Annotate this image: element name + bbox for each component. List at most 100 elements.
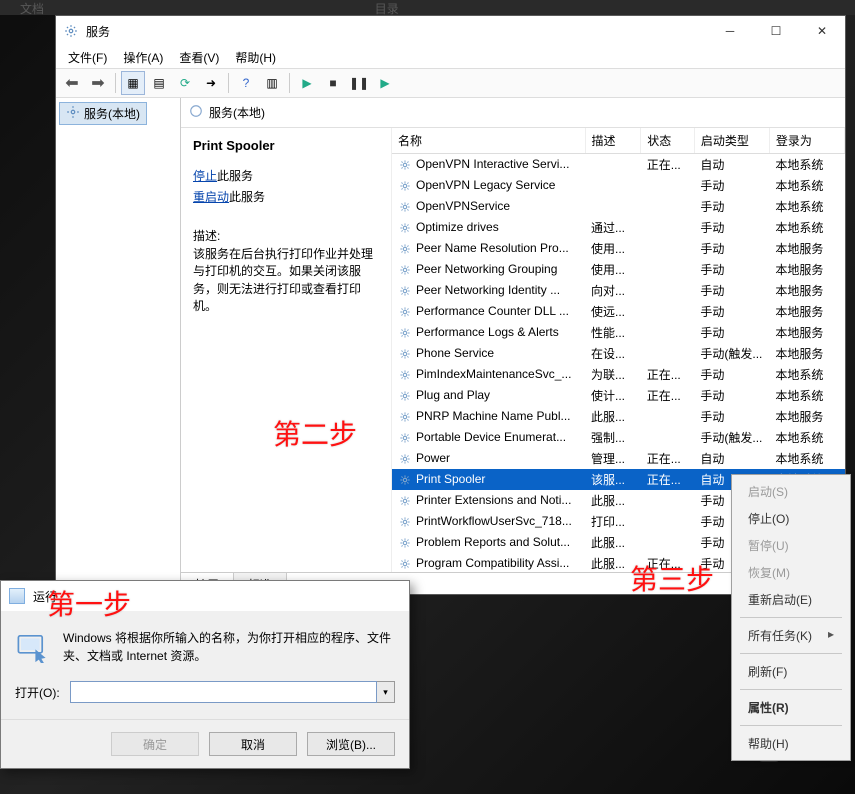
gear-icon xyxy=(398,221,412,235)
table-row[interactable]: OpenVPNService手动本地系统 xyxy=(392,196,845,217)
bg-tab-right: 目录 xyxy=(355,0,419,15)
table-row[interactable]: Performance Counter DLL ...使远...手动本地服务 xyxy=(392,301,845,322)
close-button[interactable]: ✕ xyxy=(799,16,845,46)
table-row[interactable]: Phone Service在设...手动(触发...本地服务 xyxy=(392,343,845,364)
run-description: Windows 将根据你所输入的名称，为你打开相应的程序、文件夹、文档或 Int… xyxy=(63,629,395,665)
menu-help[interactable]: 帮助(H) xyxy=(229,47,282,68)
background-app-bar: 文档 目录 xyxy=(0,0,855,15)
gear-icon xyxy=(398,557,412,571)
maximize-button[interactable]: ☐ xyxy=(753,16,799,46)
back-button[interactable]: ⬅ xyxy=(60,71,84,95)
help-button[interactable]: ? xyxy=(234,71,258,95)
gear-icon xyxy=(398,284,412,298)
export-button[interactable]: ➜ xyxy=(199,71,223,95)
tree-node-label: 服务(本地) xyxy=(84,105,140,122)
window-title: 服务 xyxy=(86,23,707,40)
description-text: 该服务在后台执行打印作业并处理与打印机的交互。如果关闭该服务，则无法进行打印或查… xyxy=(193,246,379,316)
gear-icon xyxy=(398,158,412,172)
stop-link[interactable]: 停止 xyxy=(193,169,217,183)
ctx-all-tasks[interactable]: 所有任务(K) xyxy=(734,622,848,649)
cancel-button[interactable]: 取消 xyxy=(209,732,297,756)
ctx-help[interactable]: 帮助(H) xyxy=(734,730,848,757)
table-row[interactable]: Optimize drives通过...手动本地系统 xyxy=(392,217,845,238)
selected-service-name: Print Spooler xyxy=(193,138,379,153)
gear-icon xyxy=(398,515,412,529)
ctx-start: 启动(S) xyxy=(734,478,848,505)
ctx-properties[interactable]: 属性(R) xyxy=(734,694,848,721)
tree-pane: 服务(本地) xyxy=(56,98,181,594)
menubar: 文件(F) 操作(A) 查看(V) 帮助(H) xyxy=(56,46,845,68)
menu-action[interactable]: 操作(A) xyxy=(117,47,169,68)
stop-service-button[interactable]: ■ xyxy=(321,71,345,95)
restart-service-button[interactable]: ▶ xyxy=(373,71,397,95)
ctx-resume: 恢复(M) xyxy=(734,559,848,586)
tree-node-services-local[interactable]: 服务(本地) xyxy=(59,102,147,125)
ctx-stop[interactable]: 停止(O) xyxy=(734,505,848,532)
table-row[interactable]: Portable Device Enumerat...强制...手动(触发...… xyxy=(392,427,845,448)
pane-header: 服务(本地) xyxy=(181,98,845,128)
pause-service-button[interactable]: ❚❚ xyxy=(347,71,371,95)
context-menu: 启动(S) 停止(O) 暂停(U) 恢复(M) 重新启动(E) 所有任务(K) … xyxy=(731,474,851,761)
table-row[interactable]: Power管理...正在...自动本地系统 xyxy=(392,448,845,469)
col-logon[interactable]: 登录为 xyxy=(769,128,844,154)
annotation-step-2: 第二步 xyxy=(273,413,357,453)
gear-icon xyxy=(398,368,412,382)
ctx-refresh[interactable]: 刷新(F) xyxy=(734,658,848,685)
col-desc[interactable]: 描述 xyxy=(585,128,641,154)
run-input[interactable] xyxy=(70,681,377,703)
menu-view[interactable]: 查看(V) xyxy=(173,47,225,68)
table-row[interactable]: Plug and Play使计...正在...手动本地系统 xyxy=(392,385,845,406)
table-row[interactable]: OpenVPN Legacy Service手动本地系统 xyxy=(392,175,845,196)
services-window: 服务 ─ ☐ ✕ 文件(F) 操作(A) 查看(V) 帮助(H) ⬅ ➡ ▦ ▤… xyxy=(55,15,846,595)
browse-button[interactable]: 浏览(B)... xyxy=(307,732,395,756)
gear-icon xyxy=(398,326,412,340)
run-app-icon xyxy=(15,629,49,663)
menu-file[interactable]: 文件(F) xyxy=(62,47,113,68)
gear-icon xyxy=(62,22,80,40)
show-hide-button[interactable]: ▦ xyxy=(121,71,145,95)
run-icon xyxy=(9,588,25,604)
gear-icon xyxy=(398,305,412,319)
gear-icon xyxy=(398,473,412,487)
gear-icon xyxy=(66,105,80,122)
pane-header-text: 服务(本地) xyxy=(209,104,265,121)
start-service-button[interactable]: ▶ xyxy=(295,71,319,95)
gear-icon xyxy=(398,179,412,193)
gear-icon xyxy=(398,200,412,214)
properties-button[interactable]: ▤ xyxy=(147,71,171,95)
col-status[interactable]: 状态 xyxy=(641,128,695,154)
run-open-label: 打开(O): xyxy=(15,684,60,701)
titlebar[interactable]: 服务 ─ ☐ ✕ xyxy=(56,16,845,46)
ctx-pause: 暂停(U) xyxy=(734,532,848,559)
gear-icon xyxy=(398,389,412,403)
gear-icon xyxy=(398,431,412,445)
col-name[interactable]: 名称 xyxy=(392,128,585,154)
table-row[interactable]: OpenVPN Interactive Servi...正在...自动本地系统 xyxy=(392,154,845,176)
forward-button[interactable]: ➡ xyxy=(86,71,110,95)
detail-pane: Print Spooler 停止此服务 重启动此服务 描述: 该服务在后台执行打… xyxy=(181,128,391,572)
gear-icon xyxy=(398,410,412,424)
gear-icon xyxy=(398,536,412,550)
restart-link[interactable]: 重启动 xyxy=(193,190,229,204)
table-row[interactable]: Peer Networking Identity ...向对...手动本地服务 xyxy=(392,280,845,301)
col-startup[interactable]: 启动类型 xyxy=(694,128,769,154)
gear-icon xyxy=(398,452,412,466)
toolbar: ⬅ ➡ ▦ ▤ ⟳ ➜ ? ▥ ▶ ■ ❚❚ ▶ xyxy=(56,68,845,98)
gear-icon xyxy=(398,263,412,277)
column-button[interactable]: ▥ xyxy=(260,71,284,95)
refresh-button[interactable]: ⟳ xyxy=(173,71,197,95)
gear-icon xyxy=(398,242,412,256)
description-heading: 描述: xyxy=(193,227,379,244)
annotation-step-1: 第一步 xyxy=(47,583,131,623)
minimize-button[interactable]: ─ xyxy=(707,16,753,46)
table-row[interactable]: Peer Networking Grouping使用...手动本地服务 xyxy=(392,259,845,280)
ok-button[interactable]: 确定 xyxy=(111,732,199,756)
annotation-step-3: 第三步 xyxy=(630,558,714,598)
table-row[interactable]: PimIndexMaintenanceSvc_...为联...正在...手动本地… xyxy=(392,364,845,385)
ctx-restart[interactable]: 重新启动(E) xyxy=(734,586,848,613)
table-row[interactable]: Peer Name Resolution Pro...使用...手动本地服务 xyxy=(392,238,845,259)
table-row[interactable]: Performance Logs & Alerts性能...手动本地服务 xyxy=(392,322,845,343)
bg-tab-left: 文档 xyxy=(0,0,64,15)
table-row[interactable]: PNRP Machine Name Publ...此服...手动本地服务 xyxy=(392,406,845,427)
dropdown-button[interactable]: ▾ xyxy=(377,681,395,703)
